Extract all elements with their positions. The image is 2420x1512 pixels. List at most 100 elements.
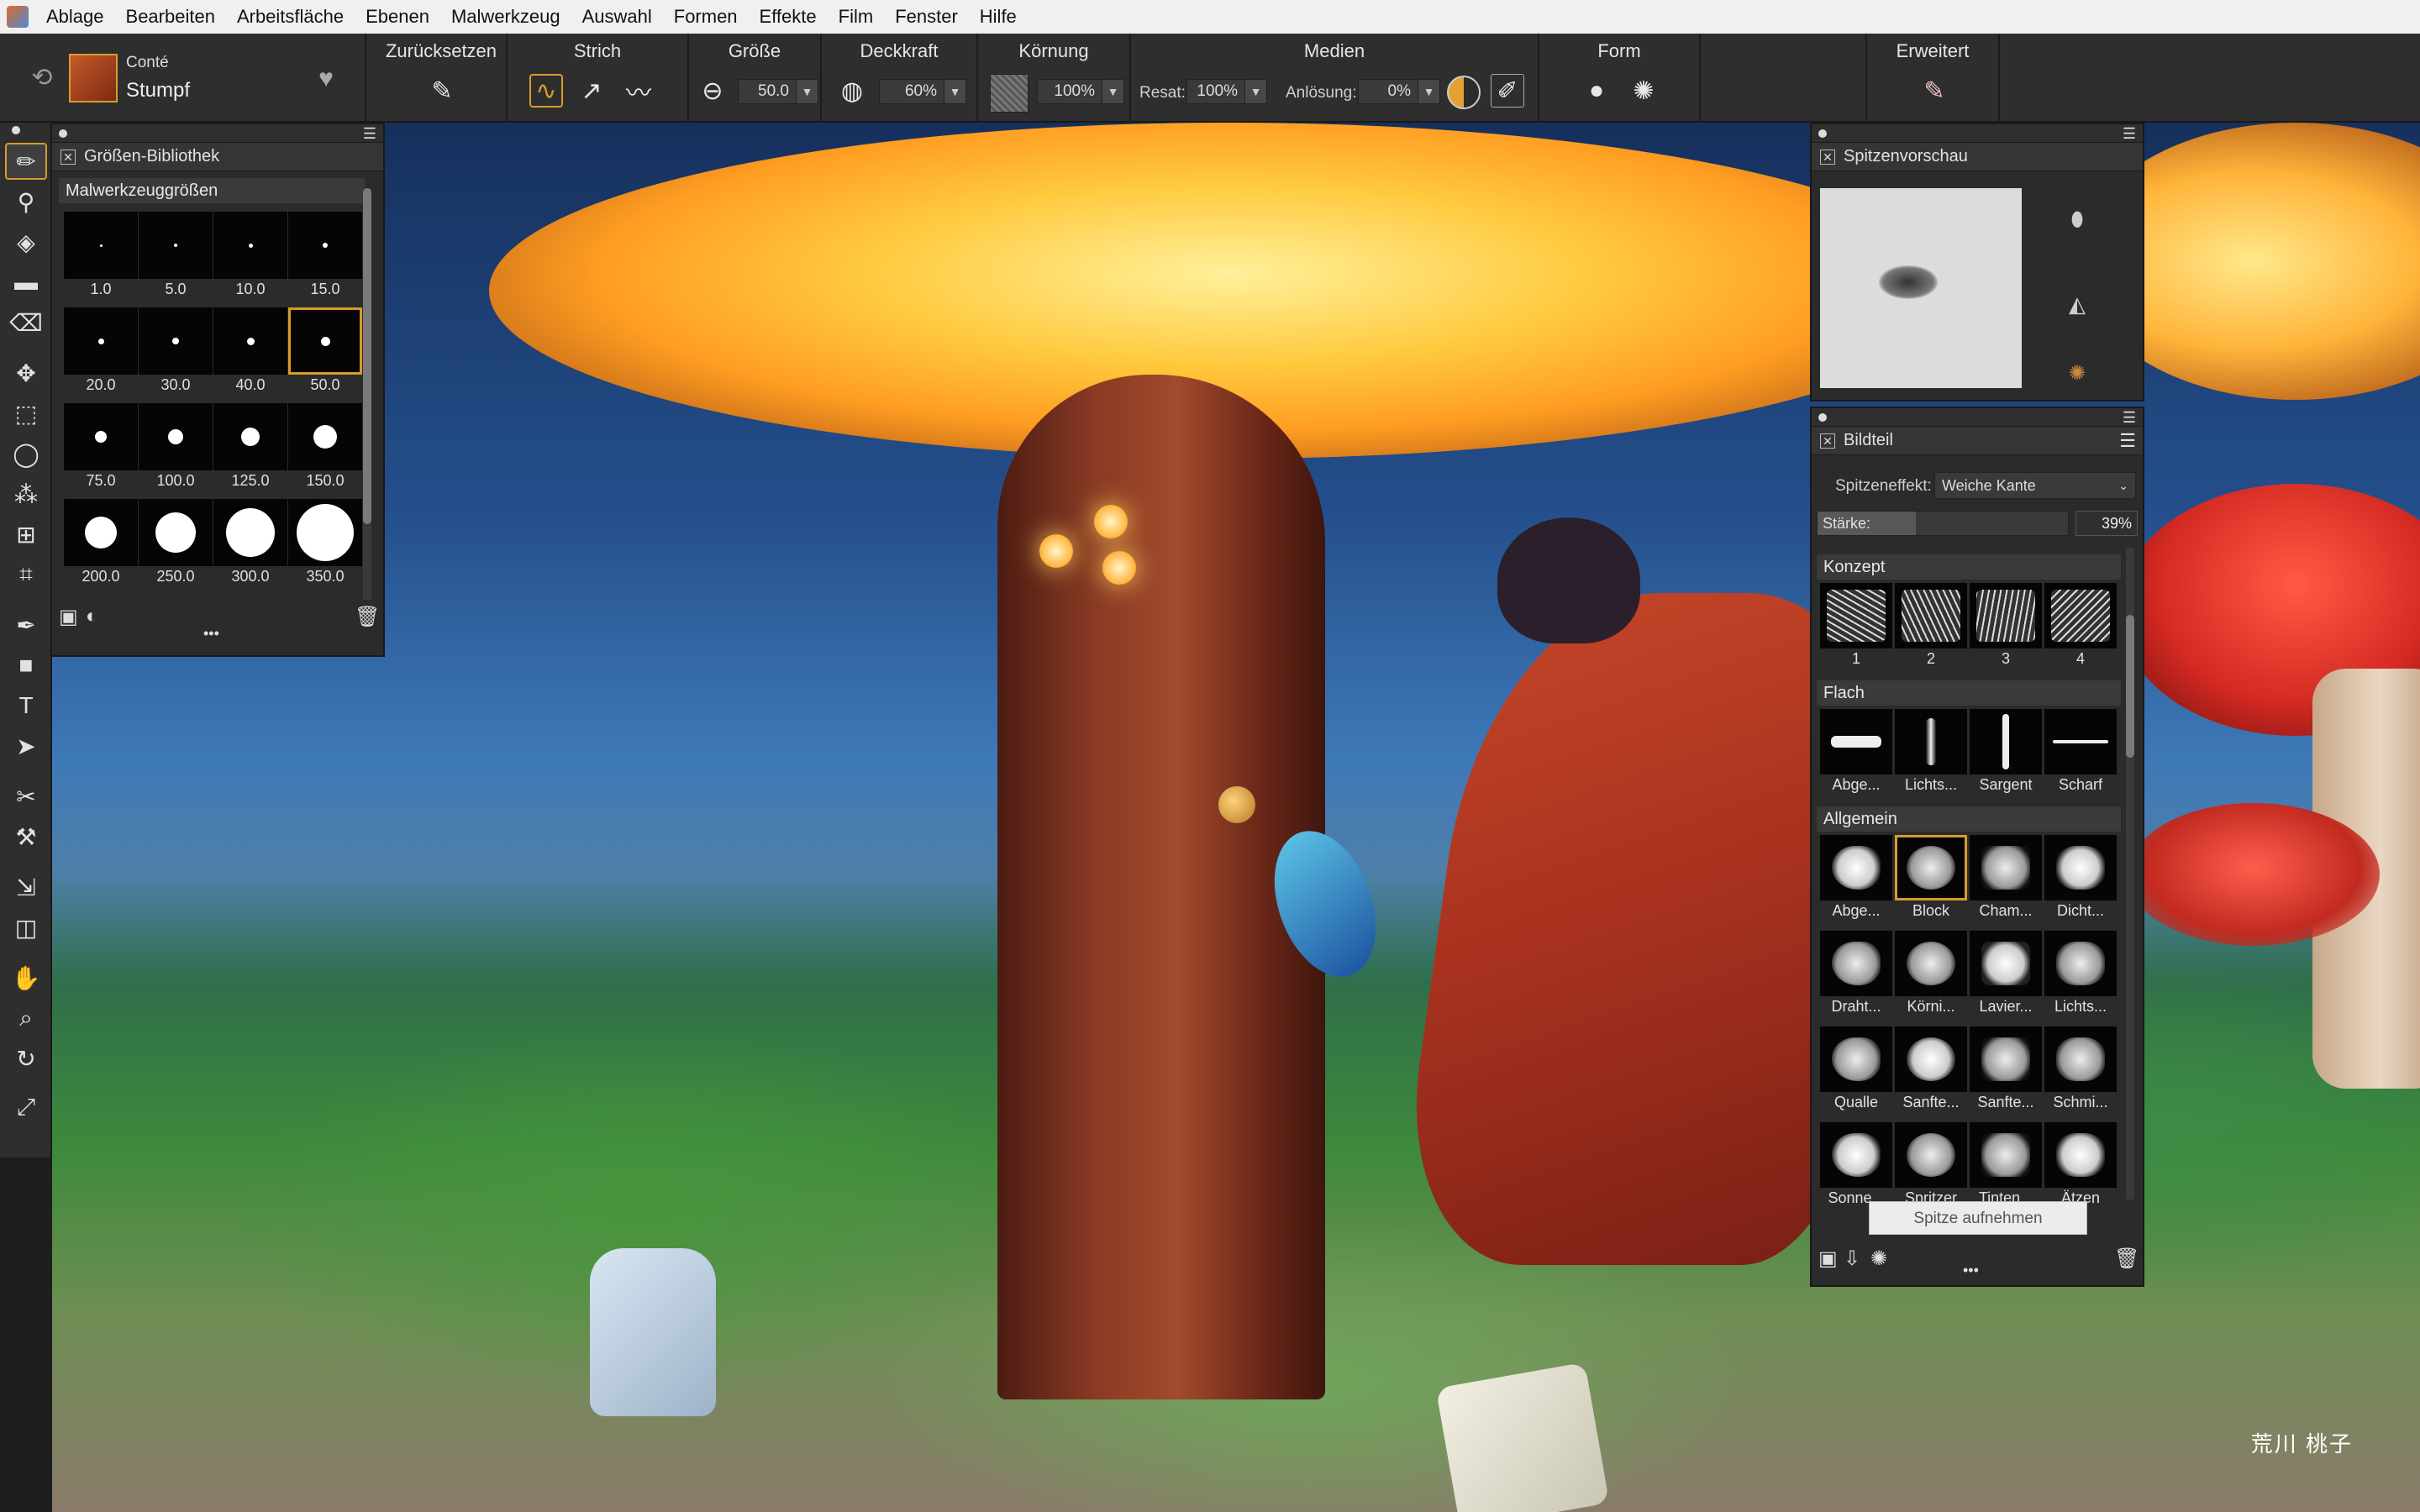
shape-tool-icon[interactable]: ■ [5,647,47,684]
dab-preset[interactable]: Körni... [1895,931,1967,1020]
media-color-icon[interactable] [1447,76,1481,109]
menu-fenster[interactable]: Fenster [884,0,969,34]
brush-tool-icon[interactable]: ✏ [5,143,47,180]
lasso-tool-icon[interactable]: ◯ [5,435,47,472]
rubber-stamp-icon[interactable]: ⚒ [5,818,47,855]
menu-arbeitsflaeche[interactable]: Arbeitsfläche [226,0,355,34]
dab-view-3-icon[interactable]: ✺ [2060,356,2094,390]
dab-section-header[interactable]: Konzept [1817,554,2121,580]
dab-section-header[interactable]: Allgemein [1817,806,2121,832]
magic-wand-icon[interactable]: ⁂ [5,475,47,512]
dab-preview-tab[interactable]: ✕ Spitzenvorschau [1812,143,2143,171]
close-panel-icon[interactable]: ✕ [60,149,76,165]
text-tool-icon[interactable]: T [5,687,47,724]
dab-preset[interactable]: Lichts... [2044,931,2117,1020]
dropper-tool-icon[interactable]: ⚲ [5,183,47,220]
size-preset[interactable]: 75.0 [64,403,138,496]
size-preset[interactable]: 250.0 [139,499,213,591]
opacity-field[interactable]: 60% ▼ [879,79,966,104]
bleed-dropdown-icon[interactable]: ▼ [1418,80,1439,103]
size-preset[interactable]: 300.0 [213,499,287,591]
size-preset[interactable]: 125.0 [213,403,287,496]
capture-dab-button[interactable]: Spitze aufnehmen [1869,1201,2087,1235]
menu-hilfe[interactable]: Hilfe [969,0,1028,34]
dab-spray-icon[interactable]: ✺ [1870,1247,1887,1271]
panel-grip[interactable] [59,129,67,138]
dab-scrollbar[interactable] [2126,548,2134,1200]
panel-grip[interactable] [1818,413,1827,422]
advanced-brush-icon[interactable]: ✎ [1918,74,1951,108]
close-panel-icon[interactable]: ✕ [1820,433,1835,449]
size-library-tab[interactable]: ✕ Größen-Bibliothek [52,143,383,171]
bleed-field[interactable]: 0% ▼ [1358,79,1440,104]
move-tool-icon[interactable]: ✥ [5,354,47,391]
size-field[interactable]: 50.0 ▼ [738,79,818,104]
dab-section-header[interactable]: Flach [1817,680,2121,706]
pen-tool-icon[interactable]: ✒ [5,606,47,643]
crop-tool-icon[interactable]: ⌗ [5,556,47,593]
dab-preset[interactable]: Block [1895,835,1967,924]
dab-preset[interactable]: Spritzer [1895,1122,1967,1211]
paint-bucket-icon[interactable]: ◈ [5,223,47,260]
new-dab-icon[interactable]: ▣ [1818,1247,1838,1271]
dab-scrollbar-thumb[interactable] [2126,615,2134,758]
menu-formen[interactable]: Formen [663,0,749,34]
stroke-options-icon[interactable]: 〰 [622,74,655,108]
delete-size-icon[interactable]: 🗑 [355,605,380,629]
dab-preset[interactable]: Sanfte... [1895,1026,1967,1116]
menu-bearbeiten[interactable]: Bearbeiten [115,0,226,34]
dab-preset[interactable]: Scharf [2044,709,2117,798]
size-preset[interactable]: 30.0 [139,307,213,400]
more-options-icon[interactable]: ••• [1963,1262,1979,1279]
menu-ebenen[interactable]: Ebenen [355,0,440,34]
delete-dab-icon[interactable]: 🗑 [2114,1247,2139,1271]
form-shape-icon[interactable]: ● [1580,74,1613,108]
dab-library-tab[interactable]: ✕ Bildteil ☰ [1812,427,2143,455]
size-preset[interactable]: 50.0 [288,307,362,400]
import-dab-icon[interactable]: ⇩ [1844,1247,1860,1271]
perspective-tool-icon[interactable]: ◫ [5,909,47,946]
media-brush-icon[interactable]: ✐ [1491,74,1524,108]
dab-preset[interactable]: Qualle [1820,1026,1892,1116]
size-preset[interactable]: 15.0 [288,212,362,304]
size-preset[interactable]: 20.0 [64,307,138,400]
size-dropdown-icon[interactable]: ▼ [796,80,818,103]
resat-field[interactable]: 100% ▼ [1186,79,1267,104]
gradient-tool-icon[interactable]: ▬ [5,264,47,301]
menu-ablage[interactable]: Ablage [35,0,115,34]
resat-dropdown-icon[interactable]: ▼ [1244,80,1266,103]
paper-grain-swatch[interactable] [990,74,1028,113]
size-preset[interactable]: 200.0 [64,499,138,591]
reset-brush-icon[interactable]: ✎ [425,74,459,108]
size-preset[interactable]: 150.0 [288,403,362,496]
eraser-tool-icon[interactable]: ⌫ [5,304,47,341]
panel-menu-icon[interactable]: ☰ [2123,410,2136,425]
size-settings-icon[interactable]: ◐ [86,605,98,628]
size-preset[interactable]: 100.0 [139,403,213,496]
dab-preset[interactable]: Sanfte... [1970,1026,2042,1116]
fit-screen-icon[interactable]: ⤢ [5,1089,47,1126]
rect-select-icon[interactable]: ⬚ [5,395,47,432]
size-preset[interactable]: 10.0 [213,212,287,304]
menu-auswahl[interactable]: Auswahl [571,0,663,34]
dab-library-menu-icon[interactable]: ☰ [2119,430,2136,452]
toolbox-grip[interactable] [12,126,20,134]
freehand-stroke-icon[interactable]: ∿ [529,74,563,108]
dab-preset[interactable]: 3 [1970,583,2042,672]
grain-field[interactable]: 100% ▼ [1037,79,1124,104]
dab-view-1-icon[interactable]: ⬮ [2060,203,2094,237]
form-spray-icon[interactable]: ✺ [1627,74,1660,108]
menu-malwerkzeug[interactable]: Malwerkzeug [440,0,571,34]
grain-dropdown-icon[interactable]: ▼ [1102,80,1123,103]
more-options-icon[interactable]: ••• [203,625,219,643]
size-preset[interactable]: 1.0 [64,212,138,304]
mirror-tool-icon[interactable]: ⇲ [5,869,47,906]
brush-variant[interactable]: Stumpf [126,79,190,102]
strength-slider[interactable]: Stärke: [1817,511,2069,536]
dab-preset[interactable]: Draht... [1820,931,1892,1020]
new-size-icon[interactable]: ▣ [59,605,78,629]
opacity-dropdown-icon[interactable]: ▼ [944,80,965,103]
dab-preset[interactable]: Schmi... [2044,1026,2117,1116]
menu-effekte[interactable]: Effekte [749,0,828,34]
strength-value[interactable]: 39% [2075,511,2138,536]
